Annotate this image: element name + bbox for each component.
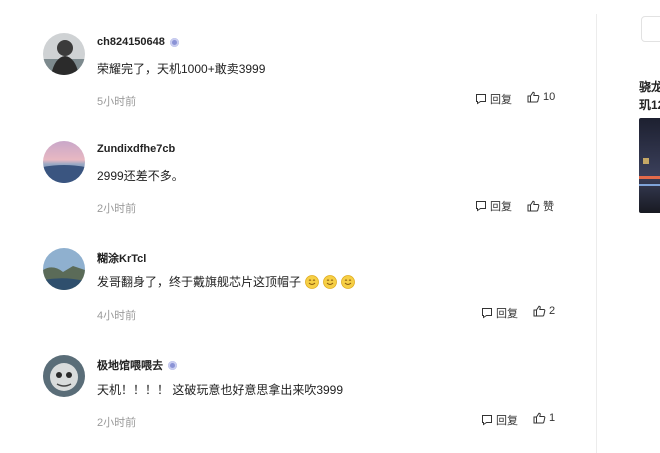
comment-item: 极地馆喂喂去 天机！！！！ 这破玩意也好意思拿出来吹3999 2小时前 回复 1 — [0, 321, 596, 429]
like-count: 1 — [549, 412, 556, 424]
username[interactable]: 极地馆喂喂去 — [97, 357, 177, 373]
comment-text: 发哥翻身了，终于戴旗舰芯片这顶帽子 — [97, 273, 355, 290]
comment-text: 天机！！！！ 这破玩意也好意思拿出来吹3999 — [97, 381, 343, 398]
comment-time: 2小时前 — [97, 417, 137, 429]
related-article-title-line: 玑12 — [639, 98, 660, 112]
reply-label: 回复 — [496, 308, 518, 320]
like-button[interactable]: 1 — [533, 412, 555, 424]
thumbs-up-icon — [533, 412, 546, 424]
comment-item: Zundixdfhe7cb 2999还差不多。 2小时前 回复 赞 — [0, 107, 596, 215]
username-text: ch824150648 — [97, 36, 165, 48]
like-button[interactable]: 赞 — [527, 198, 554, 214]
comment-text-content: 荣耀完了，天机1000+敢卖3999 — [97, 62, 266, 76]
comment-text-content: 天机！！！！ 这破玩意也好意思拿出来吹3999 — [97, 383, 344, 397]
username[interactable]: 糊涂KrTcl — [97, 250, 146, 266]
smile-emoji-icon — [323, 274, 337, 289]
related-sidebar: 骁龙 玑12 — [597, 0, 660, 453]
username[interactable]: ch824150648 — [97, 36, 179, 48]
reply-button[interactable]: 回复 — [481, 305, 518, 321]
reply-label: 回复 — [490, 94, 512, 106]
avatar[interactable] — [43, 248, 85, 290]
thumbs-up-icon — [533, 305, 546, 317]
comment-text: 荣耀完了，天机1000+敢卖3999 — [97, 60, 265, 77]
username-text: 极地馆喂喂去 — [97, 360, 163, 372]
avatar[interactable] — [43, 141, 85, 183]
verified-badge-icon — [168, 360, 177, 370]
comment-item: ch824150648 荣耀完了，天机1000+敢卖3999 5小时前 回复 1… — [0, 0, 596, 108]
reply-label: 回复 — [496, 415, 518, 427]
username[interactable]: Zundixdfhe7cb — [97, 143, 175, 155]
like-count: 赞 — [543, 201, 554, 213]
avatar[interactable] — [43, 33, 85, 75]
comment-text-content: 2999还差不多。 — [97, 169, 184, 183]
reply-icon — [476, 201, 486, 212]
comment-item: 糊涂KrTcl 发哥翻身了，终于戴旗舰芯片这顶帽子 4小时前 回复 2 — [0, 214, 596, 322]
reply-label: 回复 — [490, 201, 512, 213]
like-count: 10 — [543, 91, 556, 103]
verified-badge-icon — [169, 37, 179, 47]
avatar[interactable] — [43, 355, 85, 397]
reply-button[interactable]: 回复 — [475, 91, 512, 107]
smile-emoji-icon — [305, 274, 319, 289]
comment-text: 2999还差不多。 — [97, 167, 184, 184]
thumbs-up-icon — [527, 200, 540, 212]
reply-icon — [482, 415, 492, 426]
related-article-title-line: 骁龙 — [639, 80, 660, 94]
reply-button[interactable]: 回复 — [481, 412, 518, 428]
like-count: 2 — [549, 305, 556, 317]
username-text: Zundixdfhe7cb — [97, 143, 176, 155]
smile-emoji-icon — [341, 274, 355, 289]
reply-icon — [476, 94, 486, 105]
thumbs-up-icon — [527, 91, 540, 103]
username-text: 糊涂KrTcl — [97, 253, 147, 265]
related-article-thumbnail[interactable] — [639, 118, 660, 213]
related-article-title[interactable]: 骁龙 玑12 — [639, 78, 660, 114]
sidebar-tab[interactable] — [641, 16, 660, 42]
comment-text-content: 发哥翻身了，终于戴旗舰芯片这顶帽子 — [97, 275, 302, 289]
like-button[interactable]: 2 — [533, 305, 555, 317]
reply-icon — [482, 308, 492, 319]
comment-list: ch824150648 荣耀完了，天机1000+敢卖3999 5小时前 回复 1… — [0, 0, 596, 453]
reply-button[interactable]: 回复 — [475, 198, 512, 214]
like-button[interactable]: 10 — [527, 91, 555, 103]
